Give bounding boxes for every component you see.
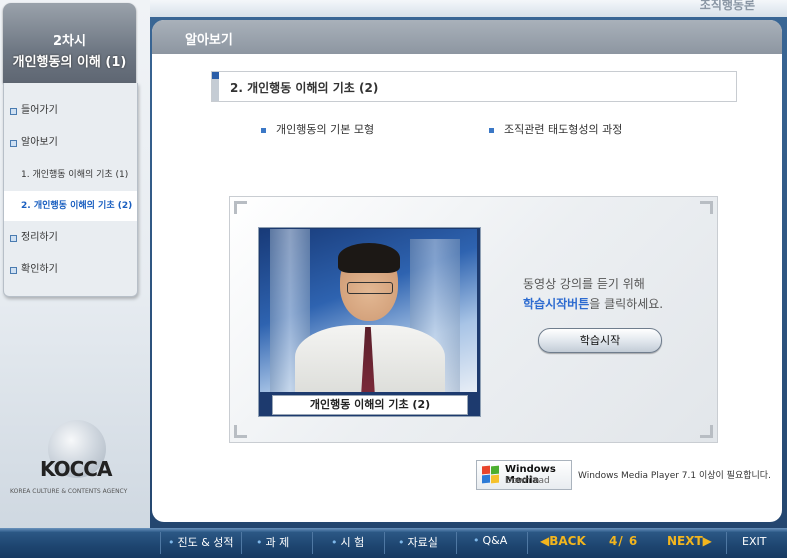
corner-mark <box>700 425 713 438</box>
nav-exam[interactable]: • 시 험 <box>331 534 364 550</box>
bottom-bar-highlight <box>0 528 787 532</box>
section-title: 2. 개인행동 이해의 기초 (2) <box>230 81 379 95</box>
sidebar-item-label: 2. 개인행동 이해의 기초 (2) <box>21 201 133 211</box>
instruction-line-1: 동영상 강의를 듣기 위해 <box>523 277 645 291</box>
title-marker-bar <box>212 79 219 101</box>
nav-label: 시 험 <box>340 536 365 549</box>
nav-separator <box>456 532 457 554</box>
course-title: 조직행동론 <box>699 0 755 12</box>
section-header: 알아보기 <box>185 33 233 48</box>
wmp-badge-sub: Download <box>505 476 550 486</box>
sidebar-item-label: 정리하기 <box>21 232 58 243</box>
dot-icon: • <box>168 536 175 549</box>
square-bullet-icon <box>489 127 494 133</box>
square-bullet-icon <box>261 127 266 133</box>
wmp-requirement-note: Windows Media Player 7.1 이상이 필요합니다. <box>578 471 771 481</box>
title-marker <box>212 72 219 79</box>
bullet-icon <box>10 235 17 242</box>
nav-separator <box>384 532 385 554</box>
kocca-logo-text: KOCCA <box>40 457 112 481</box>
sidebar-item-topic-1[interactable]: 1. 개인행동 이해의 기초 (1) <box>4 160 137 190</box>
topic-item: 조직관련 태도형성의 과정 <box>489 121 622 137</box>
sidebar-item-summary[interactable]: 정리하기 <box>4 223 137 253</box>
dot-icon: • <box>398 536 405 549</box>
nav-label: Q&A <box>482 534 508 547</box>
video-caption: 개인행동 이해의 기초 (2) <box>272 395 468 415</box>
sidebar-item-label: 확인하기 <box>21 264 58 275</box>
exit-button[interactable]: EXIT <box>742 535 766 548</box>
nav-label: 과 제 <box>265 536 290 549</box>
corner-mark <box>234 201 247 214</box>
back-button[interactable]: ◀BACK <box>540 534 586 548</box>
lesson-header: 2차시 개인행동의 이해 (1) <box>3 3 136 83</box>
topic-item: 개인행동의 기본 모형 <box>261 121 374 137</box>
bottom-nav-bar: • 진도 & 성적 • 과 제 • 시 험 • 자료실 • Q&A ◀BACK 4/ 6 … <box>0 528 787 558</box>
instruction-rest: 을 클릭하세요. <box>589 297 664 311</box>
nav-separator <box>527 532 528 554</box>
nav-resources[interactable]: • 자료실 <box>398 534 438 550</box>
sidebar-item-label: 알아보기 <box>21 137 58 148</box>
nav-separator <box>160 532 161 554</box>
lecturer-image <box>260 229 477 392</box>
instruction-line-2: 학습시작버튼을 클릭하세요. <box>523 295 663 312</box>
sidebar-item-label: 1. 개인행동 이해의 기초 (1) <box>21 170 129 180</box>
dot-icon: • <box>256 536 263 549</box>
lecturer-hair <box>338 243 400 273</box>
glasses-icon <box>347 282 393 294</box>
sidebar-menu: 들어가기 알아보기 1. 개인행동 이해의 기초 (1) 2. 개인행동 이해의… <box>3 83 138 297</box>
kocca-logo-sub: KOREA CULTURE & CONTENTS AGENCY <box>10 488 128 495</box>
bullet-icon <box>10 140 17 147</box>
topic-label: 조직관련 태도형성의 과정 <box>504 123 623 136</box>
windows-flag-icon <box>482 465 500 484</box>
start-learning-button[interactable]: 학습시작 <box>538 328 662 353</box>
lesson-number: 2차시 <box>53 34 86 49</box>
nav-label: 자료실 <box>407 536 438 549</box>
nav-separator <box>312 532 313 554</box>
topic-label: 개인행동의 기본 모형 <box>276 123 375 136</box>
sidebar-item-topic-2[interactable]: 2. 개인행동 이해의 기초 (2) <box>4 191 137 221</box>
instruction-highlight: 학습시작버튼 <box>523 297 590 311</box>
nav-progress[interactable]: • 진도 & 성적 <box>168 534 234 550</box>
corner-mark <box>234 425 247 438</box>
main-header: 알아보기 <box>152 20 782 54</box>
lesson-title: 개인행동의 이해 (1) <box>12 55 127 70</box>
bullet-icon <box>10 108 17 115</box>
sidebar-item-quiz[interactable]: 확인하기 <box>4 255 137 285</box>
section-title-box: 2. 개인행동 이해의 기초 (2) <box>211 71 737 102</box>
kocca-logo: KOCCA KOREA CULTURE & CONTENTS AGENCY <box>0 380 150 520</box>
next-button[interactable]: NEXT▶ <box>667 534 712 548</box>
dot-icon: • <box>473 534 480 547</box>
sidebar-item-explore[interactable]: 알아보기 <box>4 128 137 158</box>
nav-assignment[interactable]: • 과 제 <box>256 534 289 550</box>
page-indicator: 4/ 6 <box>609 534 639 548</box>
sidebar-item-label: 들어가기 <box>21 105 58 116</box>
corner-mark <box>700 201 713 214</box>
nav-separator <box>726 532 727 554</box>
wmp-download-badge[interactable]: Windows Media Download <box>476 460 572 490</box>
sidebar-item-intro[interactable]: 들어가기 <box>4 96 137 126</box>
nav-label: 진도 & 성적 <box>177 536 234 549</box>
nav-qna[interactable]: • Q&A <box>473 534 507 547</box>
bullet-icon <box>10 267 17 274</box>
top-strip: 조직행동론 <box>140 0 787 17</box>
dot-icon: • <box>331 536 338 549</box>
nav-separator <box>241 532 242 554</box>
